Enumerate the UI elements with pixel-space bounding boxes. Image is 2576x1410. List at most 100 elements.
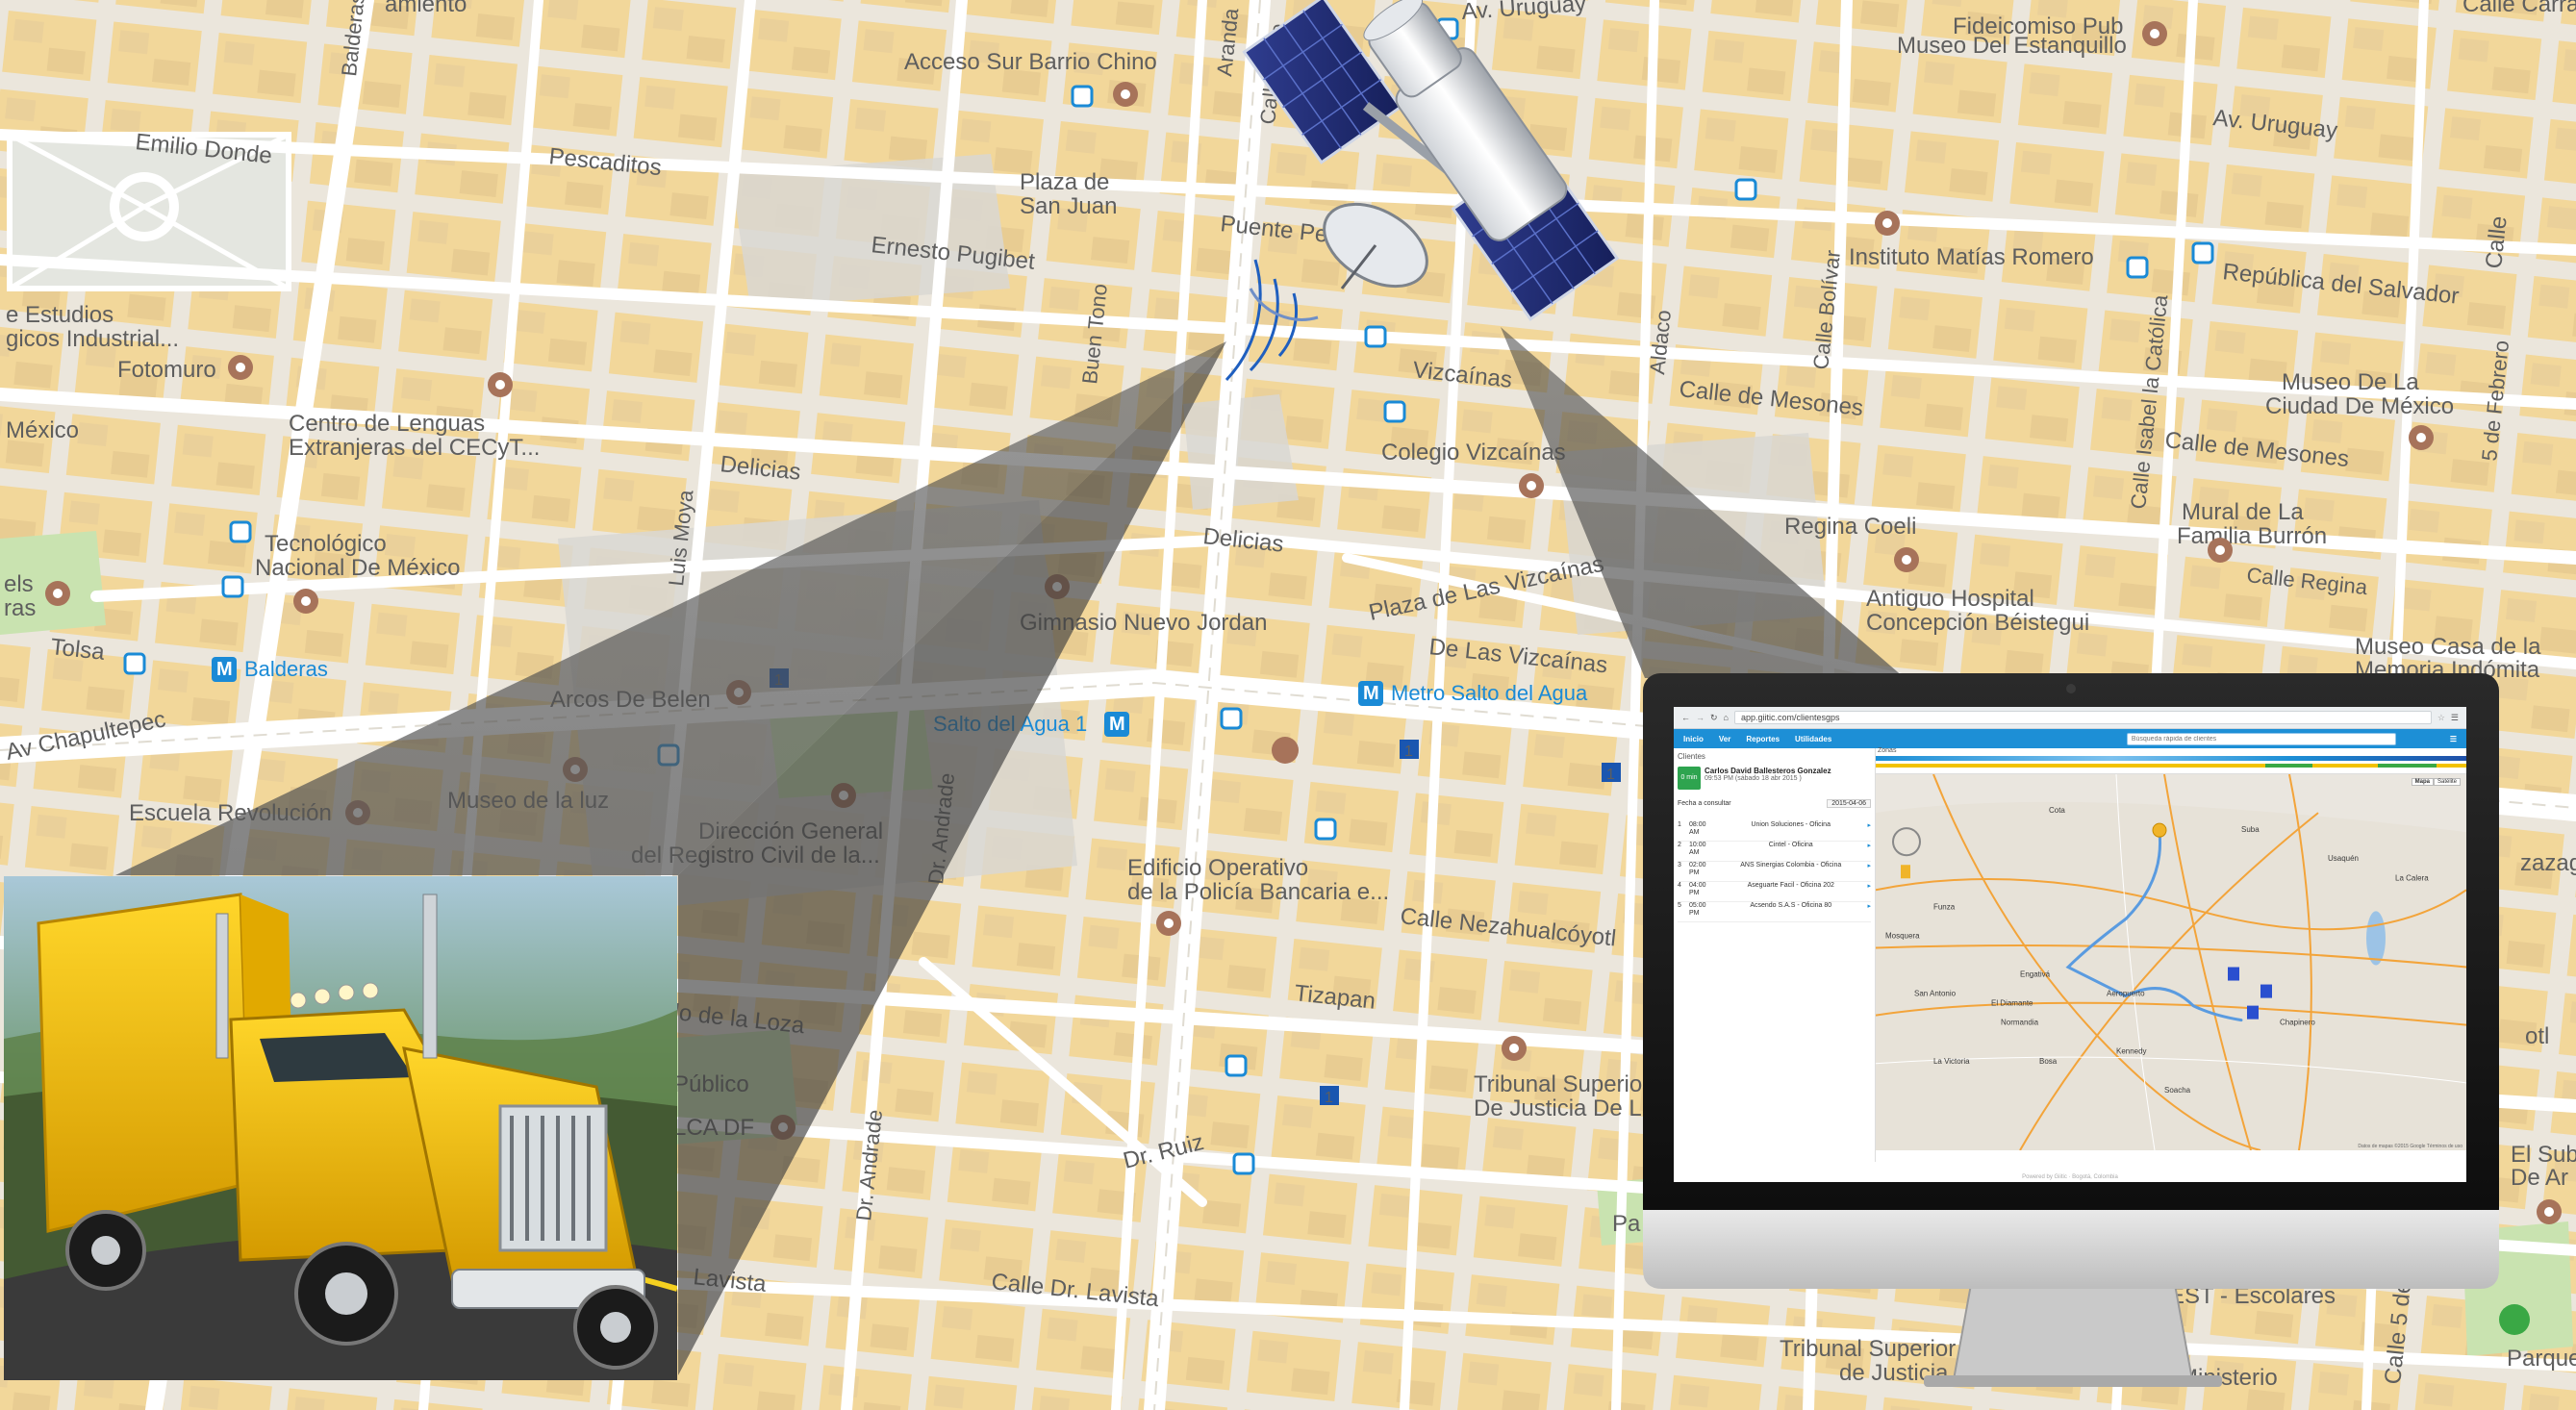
poi-marker-dot bbox=[2150, 29, 2159, 38]
poi-label: Antiguo Hospital bbox=[1866, 586, 2034, 612]
poi-marker-dot bbox=[2215, 545, 2225, 555]
street-label: zazaga bbox=[2520, 850, 2576, 876]
visit-number: 5 bbox=[1678, 902, 1681, 909]
bus-stop-icon bbox=[1314, 818, 1337, 841]
bus-stop-icon bbox=[1383, 400, 1406, 423]
visit-row[interactable]: 3 02:00 PM ANS Sinergias Colombia - Oficin… bbox=[1678, 862, 1871, 882]
visit-number: 1 bbox=[1678, 821, 1681, 828]
poi-label: Parque bbox=[2507, 1346, 2576, 1372]
mini-map-place: Suba bbox=[2241, 825, 2260, 834]
star-icon[interactable]: ☆ bbox=[2437, 713, 2445, 723]
poi-marker-dot bbox=[1902, 555, 1911, 565]
poi-label: Acceso Sur Barrio Chino bbox=[904, 49, 1157, 75]
mini-map-place: Kennedy bbox=[2116, 1047, 2147, 1056]
bus-stop-icon bbox=[1232, 1152, 1255, 1175]
mini-map-place: Cota bbox=[2049, 806, 2065, 815]
visit-number: 3 bbox=[1678, 862, 1681, 869]
mini-map-place: San Antonio bbox=[1914, 990, 1957, 998]
locate-icon[interactable]: ▸ bbox=[1867, 821, 1871, 829]
visit-time: 08:00 AM bbox=[1689, 821, 1706, 836]
locate-icon[interactable]: ▸ bbox=[1867, 862, 1871, 869]
poi-label: De Justicia De L bbox=[1474, 1095, 1642, 1121]
poi-label: Pa bbox=[1612, 1211, 1641, 1237]
poi-label: Extranjeras del CECyT... bbox=[289, 435, 540, 461]
visit-time: 10:00 AM bbox=[1689, 842, 1706, 856]
visit-place: ANS Sinergias Colombia - Oficina bbox=[1740, 862, 1842, 869]
visit-row[interactable]: 2 10:00 AM Cintel - Oficina ▸ bbox=[1678, 842, 1871, 862]
driver-card[interactable]: 0 min Carlos David Ballesteros Gonzalez … bbox=[1678, 767, 1871, 790]
browser-bar: ← → ↻ ⌂ app.giitic.com/clientesgps ☆ ☰ bbox=[1674, 707, 2466, 729]
truck-photo bbox=[4, 876, 677, 1380]
map-attribution: Datos de mapas ©2015 Google Términos de … bbox=[2358, 1144, 2462, 1149]
poi-label: Plaza de bbox=[1020, 169, 1109, 195]
bus-stop-icon bbox=[2191, 241, 2214, 264]
mini-map-place: Soacha bbox=[2164, 1086, 2191, 1095]
home-icon[interactable]: ⌂ bbox=[1724, 713, 1729, 722]
zones-label: Zonas bbox=[1878, 747, 1897, 754]
route-badge-label: 1 bbox=[1325, 1090, 1333, 1106]
poi-label: Concepción Béistegui bbox=[1866, 610, 2089, 636]
poi-label: Mural de La bbox=[2182, 499, 2304, 525]
app-screen: ← → ↻ ⌂ app.giitic.com/clientesgps ☆ ☰ I… bbox=[1674, 707, 2466, 1182]
visit-row[interactable]: 1 08:00 AM Union Soluciones - Oficina ▸ bbox=[1678, 821, 1871, 842]
locate-icon[interactable]: ▸ bbox=[1867, 842, 1871, 849]
poi-marker-dot bbox=[301, 596, 311, 606]
hamburger-icon[interactable]: ☰ bbox=[2450, 735, 2457, 743]
mini-map-place: Bosa bbox=[2039, 1057, 2058, 1066]
mini-map-place: El Diamante bbox=[1991, 999, 2033, 1008]
visit-row[interactable]: 5 05:00 PM Acsendo S.A.S - Oficina 80 ▸ bbox=[1678, 902, 1871, 922]
map-panel[interactable]: Zonas Cota Funza Mosquera Suba Usaquén L… bbox=[1876, 747, 2466, 1162]
poi-label: Instituto Matías Romero bbox=[1849, 244, 2094, 270]
nav-reportes[interactable]: Reportes bbox=[1746, 735, 1780, 743]
visit-time: 02:00 PM bbox=[1689, 862, 1706, 876]
menu-icon[interactable]: ☰ bbox=[2451, 713, 2459, 723]
visit-place: Acsendo S.A.S - Oficina 80 bbox=[1750, 902, 1832, 909]
locate-icon[interactable]: ▸ bbox=[1867, 882, 1871, 890]
park-icon bbox=[2499, 1304, 2530, 1335]
reload-icon[interactable]: ↻ bbox=[1710, 713, 1718, 723]
url-bar[interactable]: app.giitic.com/clientesgps bbox=[1733, 711, 2432, 724]
nav-ver[interactable]: Ver bbox=[1719, 735, 1730, 743]
route-map[interactable]: Cota Funza Mosquera Suba Usaquén La Calera Soa… bbox=[1876, 774, 2466, 1150]
sidebar: Clientes 0 min Carlos David Ballesteros … bbox=[1674, 748, 1876, 1162]
poi-label: e Estudios bbox=[6, 302, 114, 328]
poi-label: Colegio Vizcaínas bbox=[1381, 440, 1566, 466]
visit-row[interactable]: 4 04:00 PM Aseguarte Facil - Oficina 202 ▸ bbox=[1678, 882, 1871, 902]
map-type-mapa[interactable]: Mapa bbox=[2411, 778, 2434, 786]
app-navbar: Inicio Ver Reportes Utilidades ☰ bbox=[1674, 729, 2466, 748]
nav-utilidades[interactable]: Utilidades bbox=[1795, 735, 1831, 743]
poi-label: Museo Del Estanquillo bbox=[1897, 33, 2127, 59]
street-label: Calle bbox=[2481, 214, 2513, 269]
mini-map-place: Mosquera bbox=[1885, 931, 1920, 940]
poi-marker-dot bbox=[1164, 919, 1174, 928]
map-type-satelite[interactable]: Satélite bbox=[2433, 778, 2461, 786]
back-icon[interactable]: ← bbox=[1681, 713, 1690, 722]
poi-label: Fotomuro bbox=[117, 357, 216, 383]
bus-stop-icon bbox=[2126, 256, 2149, 279]
zones-bar: Zonas bbox=[1876, 747, 2466, 774]
bus-stop-icon bbox=[229, 520, 252, 543]
poi-label: Museo De La bbox=[2282, 369, 2419, 395]
nav-inicio[interactable]: Inicio bbox=[1683, 735, 1704, 743]
street-label: Calle Carranza bbox=[2462, 0, 2576, 17]
forward-icon[interactable]: → bbox=[1696, 713, 1705, 722]
date-field[interactable]: 2015-04-06 bbox=[1827, 799, 1871, 808]
bus-stop-icon bbox=[1071, 85, 1094, 108]
poi-label: Ciudad De México bbox=[2265, 393, 2454, 419]
visit-time: 05:00 PM bbox=[1689, 902, 1706, 917]
poi-label: de la Policía Bancaria e... bbox=[1127, 879, 1389, 905]
status-badge: 0 min bbox=[1678, 767, 1701, 790]
poi-label: Familia Burrón bbox=[2177, 523, 2327, 549]
poi-marker-dot bbox=[2416, 433, 2426, 442]
client-search-input[interactable] bbox=[2126, 732, 2396, 745]
bus-stop-icon bbox=[1220, 707, 1243, 730]
poi-label: Nacional De México bbox=[255, 555, 460, 581]
mini-map-place: Chapinero bbox=[2280, 1019, 2315, 1027]
mini-map-place: Normandia bbox=[2001, 1019, 2039, 1027]
driver-name: Carlos David Ballesteros Gonzalez bbox=[1705, 767, 1831, 775]
locate-icon[interactable]: ▸ bbox=[1867, 902, 1871, 910]
monument-icon bbox=[1272, 737, 1299, 764]
poi-marker-dot bbox=[2544, 1207, 2554, 1217]
mini-map-place: Funza bbox=[1933, 902, 1956, 911]
poi-label: Tecnológico bbox=[265, 531, 387, 557]
